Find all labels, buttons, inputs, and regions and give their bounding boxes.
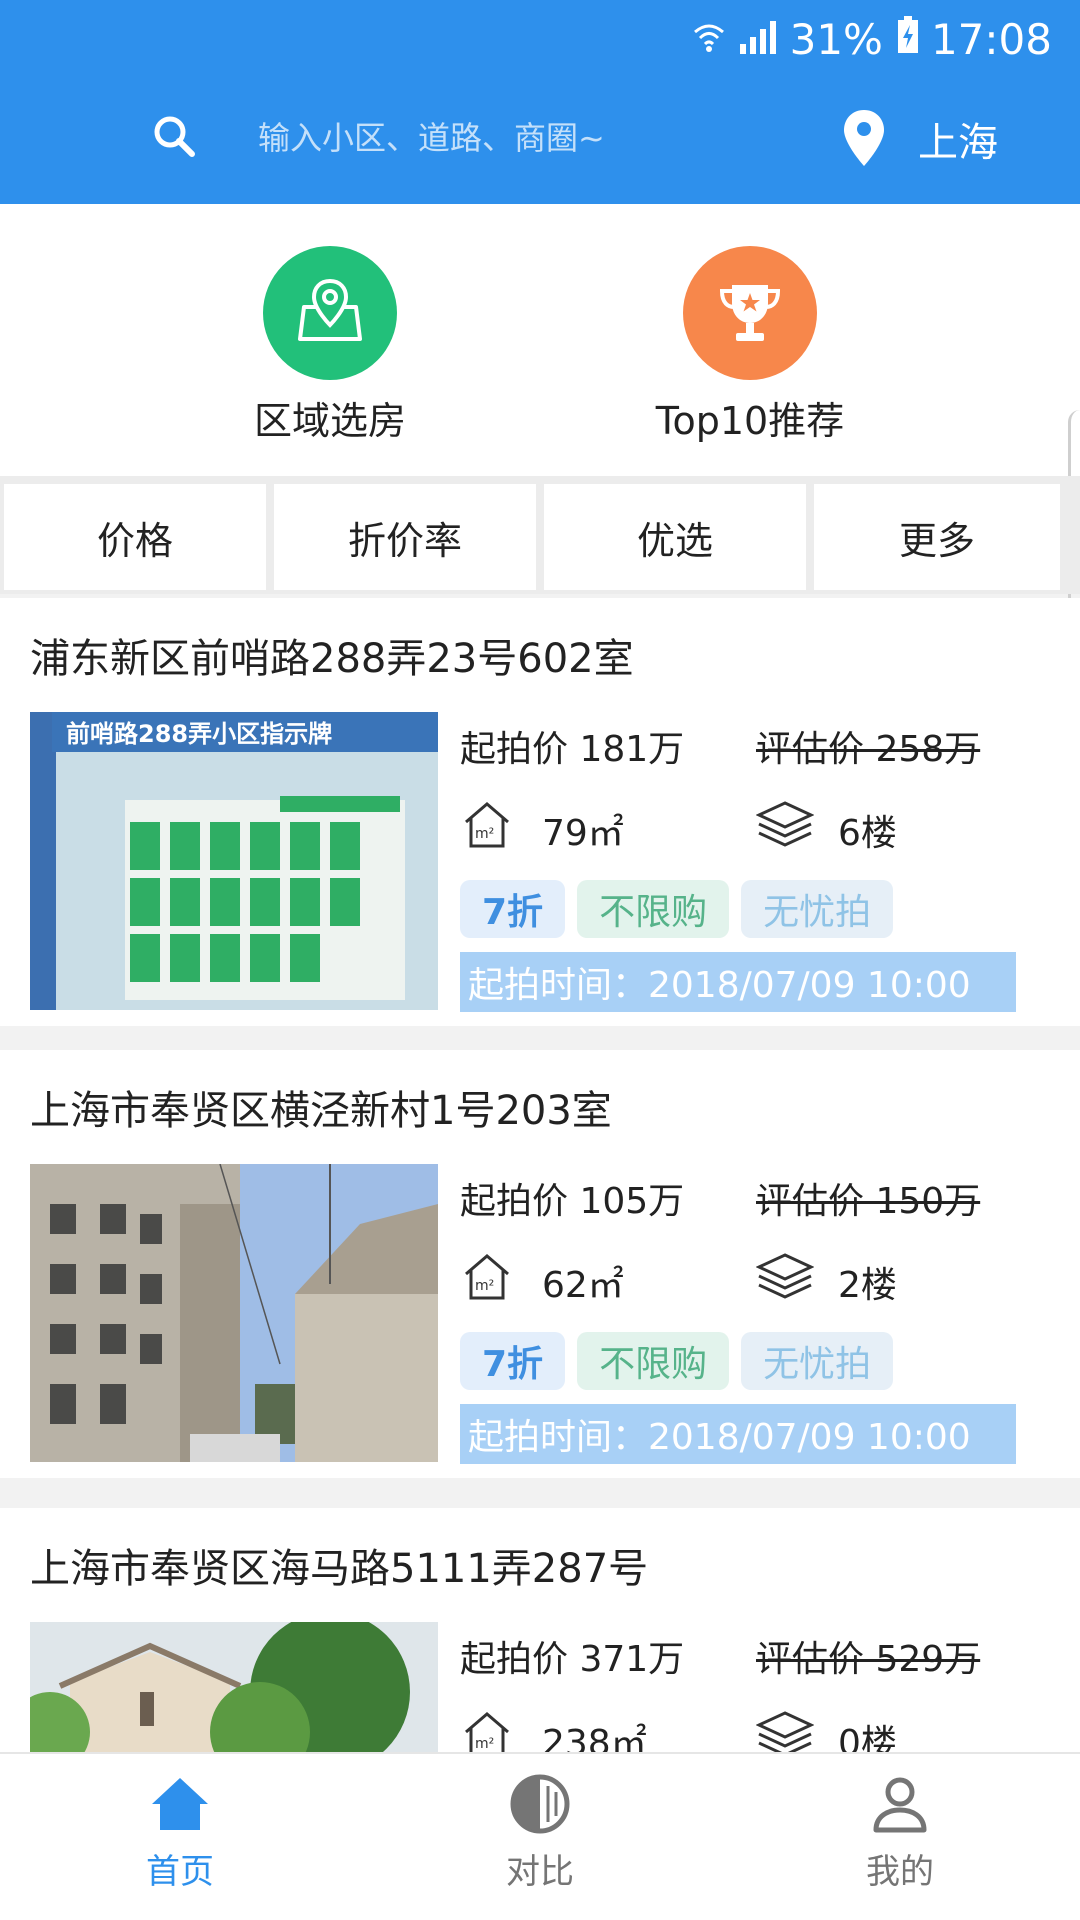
battery-charging-icon [897,15,919,64]
clock: 17:08 [930,14,1052,64]
tag-list: 7折 不限购 无忧拍 [460,1332,894,1390]
auction-start-time: 起拍时间：2018/07/09 10:00 [460,1404,1016,1464]
nav-mine[interactable]: 我的 [800,1772,1000,1893]
listing-info: 起拍价 105万 评估价 150万 m² 62㎡ 2楼 7折 不限购 无忧拍 起… [460,1164,1060,1464]
listing-title: 上海市奉贤区横泾新村1号203室 [30,1088,612,1134]
filter-price[interactable]: 价格 [4,484,266,590]
house-area-icon: m² [465,802,509,848]
community-sign-photo: 前哨路288弄小区指示牌 [30,712,438,1010]
listing-card[interactable]: 浦东新区前哨路288弄23号602室 前哨路288弄小区指示牌 起拍价 181万… [0,598,1080,1026]
person-icon [873,1777,927,1833]
start-price: 起拍价 371万 [460,1639,685,1680]
evaluation-price: 评估价 529万 [756,1639,981,1680]
listing-title: 浦东新区前哨路288弄23号602室 [30,636,634,682]
nav-compare[interactable]: 对比 [440,1772,640,1893]
start-price: 起拍价 181万 [460,729,685,770]
svg-text:m²: m² [475,1278,494,1294]
signal-icon [738,15,778,64]
city-selector[interactable]: 上海 [918,110,998,168]
home-icon [152,1778,208,1830]
no-purchase-limit-tag: 不限购 [577,1332,730,1390]
search-bar: 上海 [0,100,1080,180]
discount-tag: 7折 [460,1332,566,1390]
svg-text:m²: m² [475,826,494,842]
house-area-icon: m² [465,1254,509,1300]
wifi-icon [692,15,726,64]
filter-preferred[interactable]: 优选 [544,484,806,590]
quick-entries: 区域选房 Top10推荐 [0,204,1080,476]
listing-title: 上海市奉贤区海马路5111弄287号 [30,1546,649,1592]
nav-home-label: 首页 [146,1852,214,1892]
filter-more[interactable]: 更多 [814,484,1060,590]
auction-start-time: 起拍时间：2018/07/09 10:00 [460,952,1016,1012]
bottom-navigation: 首页 对比 我的 [0,1752,1080,1920]
discount-tag: 7折 [460,880,566,938]
battery-percent: 31% [789,14,883,64]
app-header: 31% 17:08 上海 [0,0,1080,204]
listing-card[interactable]: 上海市奉贤区横泾新村1号203室 起拍价 105万 评估价 150万 m² 62… [0,1050,1080,1478]
worry-free-tag: 无忧拍 [741,880,894,938]
layers-icon [756,801,814,847]
location-pin-icon[interactable] [842,108,886,168]
search-input[interactable] [258,108,818,168]
tag-list: 7折 不限购 无忧拍 [460,880,894,938]
no-purchase-limit-tag: 不限购 [577,880,730,938]
nav-mine-label: 我的 [866,1852,934,1892]
area-select-label: 区域选房 [253,399,406,443]
floor-value: 2楼 [838,1265,897,1306]
filter-discount-rate[interactable]: 折价率 [274,484,536,590]
nav-home[interactable]: 首页 [80,1772,280,1893]
old-apartment-building-photo [30,1164,438,1462]
floor-value: 6楼 [838,813,897,854]
svg-text:m²: m² [475,1736,494,1752]
search-icon[interactable] [150,112,198,160]
nav-compare-label: 对比 [506,1852,574,1892]
listing-info: 起拍价 371万 评估价 529万 m² 238㎡ 0楼 [460,1622,1060,1762]
evaluation-price: 评估价 258万 [756,729,981,770]
layers-icon [756,1253,814,1299]
sign-text: 前哨路288弄小区指示牌 [66,720,332,748]
trophy-icon [683,246,817,380]
status-bar: 31% 17:08 [692,14,1052,64]
listing-card[interactable]: 上海市奉贤区海马路5111弄287号 起拍价 371万 评估价 529万 m² … [0,1508,1080,1768]
listing-info: 起拍价 181万 评估价 258万 m² 79㎡ 6楼 7折 不限购 无忧拍 起… [460,712,1060,1012]
area-select-entry[interactable]: 区域选房 [200,246,460,445]
top10-label: Top10推荐 [655,399,845,443]
area-value: 62㎡ [542,1265,624,1306]
worry-free-tag: 无忧拍 [741,1332,894,1390]
start-price: 起拍价 105万 [460,1181,685,1222]
map-location-icon [263,246,397,380]
compare-icon [510,1774,570,1834]
evaluation-price: 评估价 150万 [756,1181,981,1222]
top10-entry[interactable]: Top10推荐 [620,246,880,445]
villa-with-trees-photo [30,1622,438,1762]
area-value: 79㎡ [542,813,624,854]
filter-tabs: 价格 折价率 优选 更多 [0,476,1080,594]
